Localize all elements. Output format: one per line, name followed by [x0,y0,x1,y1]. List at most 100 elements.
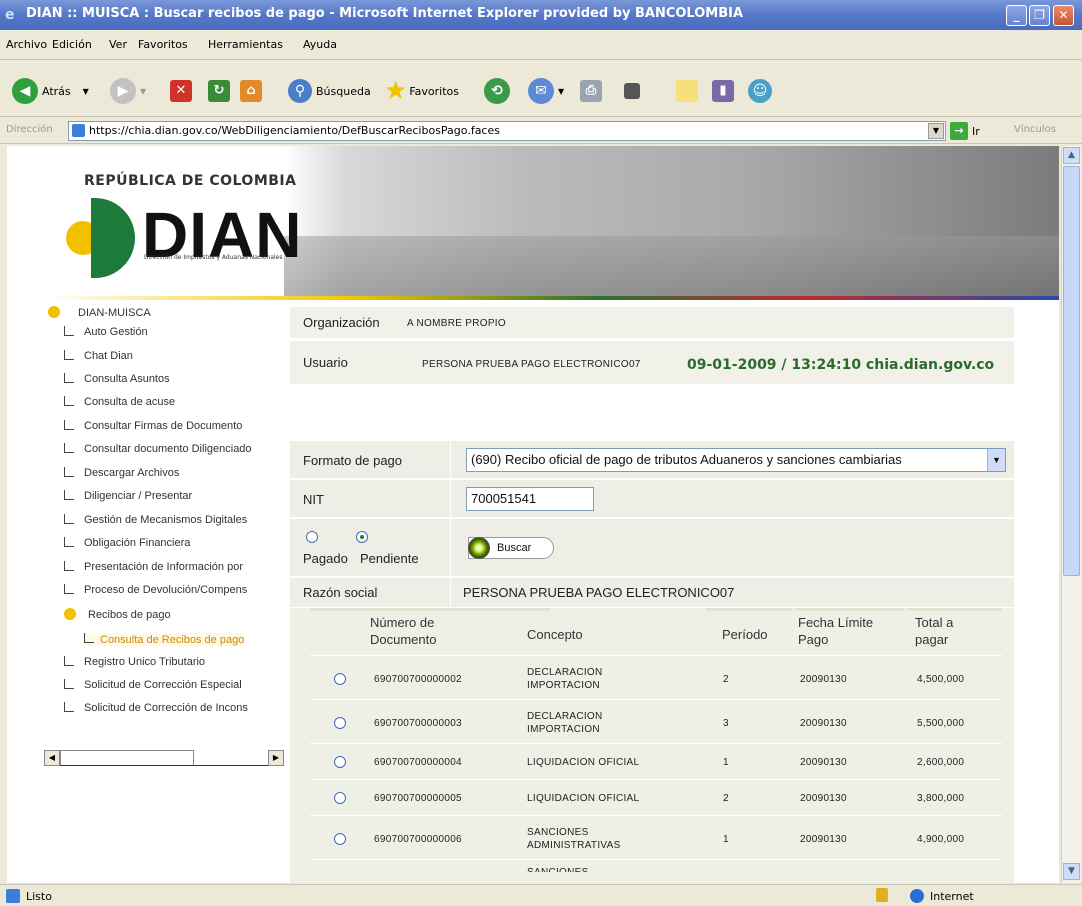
row-radio[interactable] [334,717,346,729]
edit-button[interactable] [624,77,640,105]
tree-item-consultar-firmas[interactable]: Consultar Firmas de Documento [64,420,280,432]
row-radio[interactable] [334,833,346,845]
tree-item-solicitud-especial[interactable]: Solicitud de Corrección Especial [64,679,280,691]
sun-icon [48,306,60,318]
go-button[interactable]: → Ir [950,122,980,140]
banner-photo [284,146,1059,296]
zone-label: Internet [930,890,974,903]
tree-item-diligenciar[interactable]: Diligenciar / Presentar [64,490,280,502]
payment-format-row: Formato de pago (690) Recibo oficial de … [290,440,1014,478]
business-name-row: Razón social PERSONA PRUEBA PAGO ELECTRO… [290,577,1014,607]
header-fecha: Fecha Límite Pago [798,615,874,647]
menu-favoritos[interactable]: Favoritos [138,38,188,51]
menu-ver[interactable]: Ver [109,38,127,51]
forward-dropdown-icon: ▼ [140,86,147,96]
table-row[interactable]: SANCIONES [310,859,1002,883]
menu-archivo[interactable]: Archivo [6,38,47,51]
payment-format-select[interactable]: (690) Recibo oficial de pago de tributos… [466,448,1006,472]
page-icon [6,889,20,903]
tree-item-proceso-devolucion[interactable]: Proceso de Devolución/Compens [64,584,280,596]
forward-button[interactable]: ▶ ▼ [110,77,146,105]
tree-item-mecanismos-digitales[interactable]: Gestión de Mecanismos Digitales [64,514,280,526]
row-radio[interactable] [334,792,346,804]
tree-item-recibos-pago[interactable]: Recibos de pago [64,608,280,621]
table-row[interactable]: 690700700000005 LIQUIDACION OFICIAL 2 20… [310,779,1002,815]
table-row[interactable]: 690700700000002 DECLARACION IMPORTACION … [310,655,1002,699]
user-row: Usuario PERSONA PRUEBA PAGO ELECTRONICO0… [290,340,1014,384]
radio-pagado-label: Pagado [303,551,348,566]
organization-label: Organización [303,315,380,330]
address-bar: Dirección https://chia.dian.gov.co/WebDi… [0,118,1082,144]
scroll-left-icon[interactable]: ◀ [44,750,60,766]
user-label: Usuario [303,355,348,370]
chevron-down-icon[interactable]: ▼ [987,449,1005,471]
table-row[interactable]: 690700700000003 DECLARACION IMPORTACION … [310,699,1002,743]
messenger-button[interactable]: ☺ [748,77,776,105]
address-dropdown[interactable]: ▼ [928,123,944,139]
stop-button[interactable]: ✕ [170,77,192,105]
tree-item-descargar-archivos[interactable]: Descargar Archivos [64,467,280,479]
tree-root[interactable]: DIAN-MUISCA [48,306,151,319]
links-button[interactable]: Vínculos [1014,124,1056,135]
nit-row: NIT 700051541 [290,479,1014,517]
tree-item-obligacion-financiera[interactable]: Obligación Financiera [64,537,280,549]
radio-pendiente[interactable] [356,531,368,543]
menu-herramientas[interactable]: Herramientas [208,38,283,51]
menu-ayuda[interactable]: Ayuda [303,38,337,51]
table-row[interactable]: 690700700000004 LIQUIDACION OFICIAL 1 20… [310,743,1002,779]
scroll-up-icon[interactable]: ▲ [1063,147,1080,164]
back-arrow-icon: ◀ [12,78,38,104]
tree-horizontal-scrollbar[interactable]: ◀ ▶ [44,748,284,770]
radio-pagado[interactable] [306,531,318,543]
tree-item-chat-dian[interactable]: Chat Dian [64,350,280,362]
scroll-down-icon[interactable]: ▼ [1063,863,1080,880]
minimize-button[interactable]: _ [1006,5,1027,26]
history-button[interactable]: ⟲ [484,77,514,105]
row-radio[interactable] [334,673,346,685]
back-button[interactable]: ◀ Atrás ▼ [12,77,89,105]
tree-item-consulta-acuse[interactable]: Consulta de acuse [64,396,280,408]
edit-icon [624,83,640,99]
maximize-button[interactable]: ❐ [1029,5,1050,26]
search-icon: ⚲ [288,79,312,103]
search-button[interactable]: Buscar [468,537,554,559]
favorites-button[interactable]: ★ Favoritos [384,76,459,106]
tree-item-auto-gestion[interactable]: Auto Gestión [64,326,280,338]
search-button[interactable]: ⚲ Búsqueda [288,77,371,105]
research-button[interactable]: ▮ [712,77,734,105]
tree-item-consulta-asuntos[interactable]: Consulta Asuntos [64,373,280,385]
address-input[interactable]: https://chia.dian.gov.co/WebDiligenciami… [68,121,946,141]
notes-button[interactable] [676,77,698,105]
close-button[interactable]: ✕ [1053,5,1074,26]
organization-row: Organización A NOMBRE PROPIO [290,306,1014,338]
table-row[interactable]: 690700700000006 SANCIONES ADMINISTRATIVA… [310,815,1002,859]
stop-icon: ✕ [170,80,192,102]
back-dropdown-icon[interactable]: ▼ [83,87,89,96]
mail-icon: ✉ [528,78,554,104]
scroll-thumb[interactable] [60,750,194,766]
tree-item-registro-unico[interactable]: Registro Unico Tributario [64,656,280,668]
row-radio[interactable] [334,756,346,768]
mail-button[interactable]: ✉ ▼ [528,77,564,105]
ie-icon: e [5,7,15,23]
menu-edicion[interactable]: Edición [52,38,92,51]
home-button[interactable]: ⌂ [240,77,262,105]
forward-arrow-icon: ▶ [110,78,136,104]
nit-input[interactable]: 700051541 [466,487,594,511]
refresh-button[interactable]: ↻ [208,77,230,105]
tree-item-consultar-documento[interactable]: Consultar documento Diligenciado [64,443,280,455]
star-icon: ★ [384,76,408,106]
payment-format-label: Formato de pago [303,453,403,468]
session-datetime: 09-01-2009 / 13:24:10 chia.dian.gov.co [687,357,995,373]
scroll-right-icon[interactable]: ▶ [268,750,284,766]
print-button[interactable]: ⎙ [580,77,602,105]
tree-item-presentacion-informacion[interactable]: Presentación de Información por [64,561,280,573]
tree-item-consulta-recibos[interactable]: Consulta de Recibos de pago [84,633,245,646]
dian-swoosh-icon [91,198,135,278]
search-go-icon [468,537,490,559]
scroll-thumb[interactable] [1063,166,1080,576]
vertical-scrollbar[interactable]: ▲ ▼ [1061,146,1081,883]
note-icon [676,80,698,102]
navigation-tree: DIAN-MUISCA Auto Gestión Chat Dian Consu… [44,306,284,776]
tree-item-solicitud-incons[interactable]: Solicitud de Corrección de Incons [64,702,280,714]
